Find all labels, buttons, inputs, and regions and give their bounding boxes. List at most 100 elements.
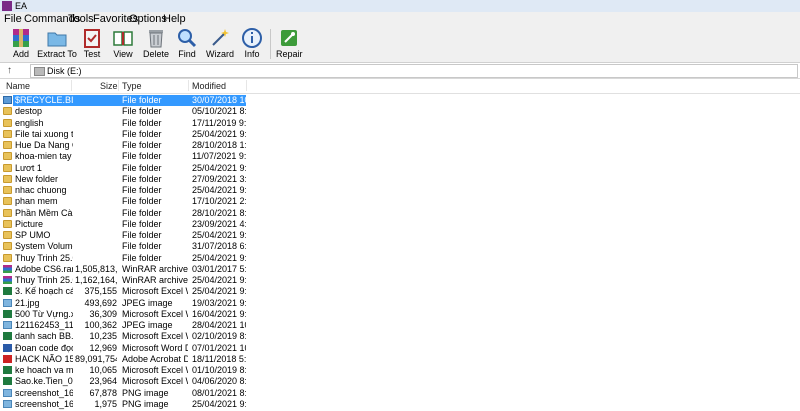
menu-tools[interactable]: Tools xyxy=(68,12,94,26)
file-modified: 02/10/2019 8:4... xyxy=(192,331,246,342)
file-name: screenshot_1610... xyxy=(15,387,73,398)
file-row[interactable]: Thuy Trinh 25.0... File folder 25/04/2021 … xyxy=(0,253,800,264)
view-button[interactable]: View xyxy=(110,26,136,62)
xls-icon xyxy=(3,332,12,341)
file-name: System Volume ... xyxy=(15,241,73,252)
extract-to-button[interactable]: Extract To xyxy=(37,26,77,62)
repair-button[interactable]: Repair xyxy=(276,26,303,62)
file-row[interactable]: New folder File folder 27/09/2021 3:0... xyxy=(0,174,800,185)
file-modified: 04/06/2020 8:4... xyxy=(192,376,246,387)
file-modified: 25/04/2021 9:3... xyxy=(192,230,246,240)
menu-options[interactable]: Options xyxy=(129,12,167,26)
file-modified: 25/04/2021 9:2... xyxy=(192,162,246,173)
file-size: 36,309 xyxy=(89,308,117,319)
file-name: New folder xyxy=(15,173,59,184)
column-divider[interactable] xyxy=(118,80,119,91)
xls-icon xyxy=(3,287,12,296)
window-title: EA xyxy=(15,1,28,11)
file-row[interactable]: File tai xuong tu ... File folder 25/04/20… xyxy=(0,129,800,140)
xls-icon xyxy=(3,377,12,386)
info-button[interactable]: Info xyxy=(240,26,264,62)
magnifier-icon xyxy=(178,29,197,48)
column-modified-header[interactable]: Modified xyxy=(192,80,226,93)
file-row[interactable]: screenshot_1618... 1,975 PNG image 25/04/20… xyxy=(0,399,800,410)
file-type: File folder xyxy=(122,241,162,252)
file-type: File folder xyxy=(122,196,162,207)
up-arrow-icon[interactable]: ↑ xyxy=(7,63,12,78)
wizard-button[interactable]: Wizard xyxy=(206,26,234,62)
title-bar: EA xyxy=(0,0,800,12)
doc-icon xyxy=(3,343,12,352)
file-type: Microsoft Excel W... xyxy=(122,376,188,387)
delete-button[interactable]: Delete xyxy=(143,26,169,62)
file-row[interactable]: Lươt 1 File folder 25/04/2021 9:2... xyxy=(0,163,800,174)
recycle-icon xyxy=(3,96,12,104)
file-type: Microsoft Excel W... xyxy=(122,286,188,297)
menu-file[interactable]: File xyxy=(4,12,22,26)
address-path: Disk (E:) xyxy=(47,66,82,76)
file-modified: 18/11/2018 5:4... xyxy=(192,353,246,364)
column-divider[interactable] xyxy=(71,80,72,91)
file-modified: 28/04/2021 10:... xyxy=(192,320,246,330)
file-row[interactable]: ke hoach va mu... 10,065 Microsoft Excel W… xyxy=(0,365,800,376)
column-type-header[interactable]: Type xyxy=(122,80,142,93)
file-name: khoa-mien tay xyxy=(15,151,72,162)
file-modified: 25/04/2021 9:3... xyxy=(192,252,246,263)
file-row[interactable]: Thuy Trinh 25.0...1,162,164,4... WinRAR a… xyxy=(0,275,800,286)
file-row[interactable]: Đoan code đọc t... 12,969 Microsoft Word D… xyxy=(0,343,800,354)
file-row[interactable]: destop File folder 05/10/2021 8:31... xyxy=(0,106,800,117)
file-row[interactable]: HACK NÃO 150...89,091,754 Adobe Acrobat D… xyxy=(0,354,800,365)
file-name: Thuy Trinh 25.0... xyxy=(15,275,73,285)
address-field[interactable]: Disk (E:) xyxy=(30,64,798,78)
file-name: phan mem xyxy=(15,196,58,207)
file-name: 121162453_1152... xyxy=(15,320,73,330)
file-size: 1,162,164,4... xyxy=(75,275,117,285)
file-modified: 25/04/2021 9:3... xyxy=(192,185,246,195)
menu-bar: File Commands Tools Favorites Options He… xyxy=(0,12,800,26)
wand-icon xyxy=(212,29,229,46)
add-button[interactable]: Add xyxy=(7,26,35,62)
column-divider[interactable] xyxy=(188,80,189,91)
file-modified: 30/07/2018 10:... xyxy=(192,95,246,105)
file-type: File folder xyxy=(122,230,162,240)
column-divider[interactable] xyxy=(246,80,247,91)
file-row[interactable]: nhac chuong File folder 25/04/2021 9:3... xyxy=(0,185,800,196)
file-row[interactable]: khoa-mien tay File folder 11/07/2021 9:1..… xyxy=(0,151,800,162)
file-row[interactable]: danh sach BB.xlsx 10,235 Microsoft Excel W… xyxy=(0,331,800,342)
test-button[interactable]: Test xyxy=(80,26,104,62)
file-row[interactable]: Phần Mềm Cài ... File folder 28/10/2021 8:… xyxy=(0,208,800,219)
file-name: Hue Da Nang Q... xyxy=(15,140,73,150)
file-row[interactable]: 500 Từ Vựng.xlsx 36,309 Microsoft Excel W.… xyxy=(0,309,800,320)
folder-icon xyxy=(3,129,12,138)
file-row[interactable]: SP UMO File folder 25/04/2021 9:3... xyxy=(0,230,800,241)
file-type: File folder xyxy=(122,151,162,162)
file-row[interactable]: phan mem File folder 17/10/2021 2:1... xyxy=(0,196,800,207)
file-row[interactable]: System Volume ... File folder 31/07/2018 6… xyxy=(0,241,800,252)
file-row[interactable]: screenshot_1610... 67,878 PNG image 08/01/2… xyxy=(0,388,800,399)
menu-help[interactable]: Help xyxy=(163,12,186,26)
file-row[interactable]: 3. Kế hoạch cá n... 375,155 Microsoft Exce… xyxy=(0,286,800,297)
folder-icon xyxy=(3,219,12,228)
file-row[interactable]: 121162453_1152... 100,362 JPEG image 28/04/… xyxy=(0,320,800,331)
view-book-icon xyxy=(113,31,133,46)
file-modified: 03/01/2017 5:4... xyxy=(192,263,246,274)
file-type: WinRAR archive xyxy=(122,275,188,285)
column-size-header[interactable]: Size xyxy=(100,80,118,93)
file-row[interactable]: english File folder 17/11/2019 9:2... xyxy=(0,118,800,129)
column-name-header[interactable]: Name xyxy=(6,80,30,93)
file-row[interactable]: Adobe CS6.rar1,505,813,3... WinRAR archiv… xyxy=(0,264,800,275)
toolbar-separator xyxy=(270,29,271,59)
file-type: WinRAR archive xyxy=(122,263,188,274)
file-type: File folder xyxy=(122,162,162,173)
folder-icon xyxy=(3,208,12,217)
file-row[interactable]: Sao.ke.Tien_010... 23,964 Microsoft Excel … xyxy=(0,376,800,387)
file-row[interactable]: Picture File folder 23/09/2021 4:0... xyxy=(0,219,800,230)
find-button[interactable]: Find xyxy=(175,26,199,62)
file-row[interactable]: Hue Da Nang Q... File folder 28/10/2018 1:… xyxy=(0,140,800,151)
folder-icon xyxy=(3,107,12,116)
file-row[interactable]: 21.jpg 493,692 JPEG image 19/03/2021 9:5... xyxy=(0,298,800,309)
file-row[interactable]: $RECYCLE.BIN File folder 30/07/2018 10:... xyxy=(0,95,800,106)
file-type: JPEG image xyxy=(122,297,173,308)
file-modified: 07/01/2021 10:... xyxy=(192,342,246,353)
file-type: File folder xyxy=(122,252,162,263)
